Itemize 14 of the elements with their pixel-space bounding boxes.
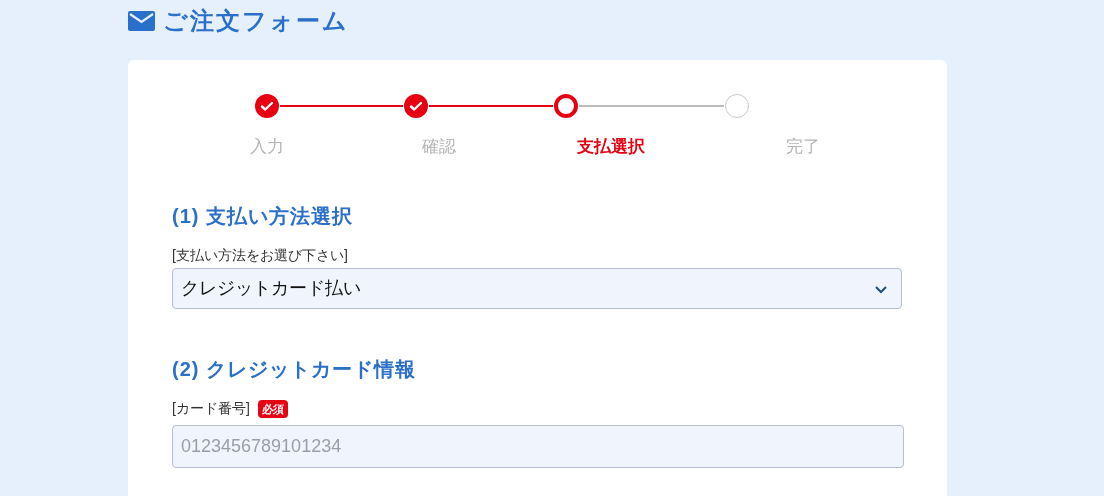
chevron-down-icon [875,286,887,294]
card-number-field[interactable]: 0123456789101234 [172,424,904,468]
field-label: [カード番号] [172,399,250,418]
field-label: [支払い方法をお選び下さい] [172,246,348,265]
payment-select[interactable]: クレジットカード払い [172,267,902,309]
step-label: 完了 [786,136,820,158]
step-label: 確認 [422,136,456,158]
step-label: 支払選択 [577,136,645,158]
envelope-icon [128,11,155,31]
required-badge: 必須 [257,399,288,418]
section-heading: (2) クレジットカード情報 [172,356,417,382]
page-title: ご注文フォーム [163,6,349,36]
section-heading: (1) 支払い方法選択 [172,203,354,229]
step-label: 入力 [250,136,284,158]
